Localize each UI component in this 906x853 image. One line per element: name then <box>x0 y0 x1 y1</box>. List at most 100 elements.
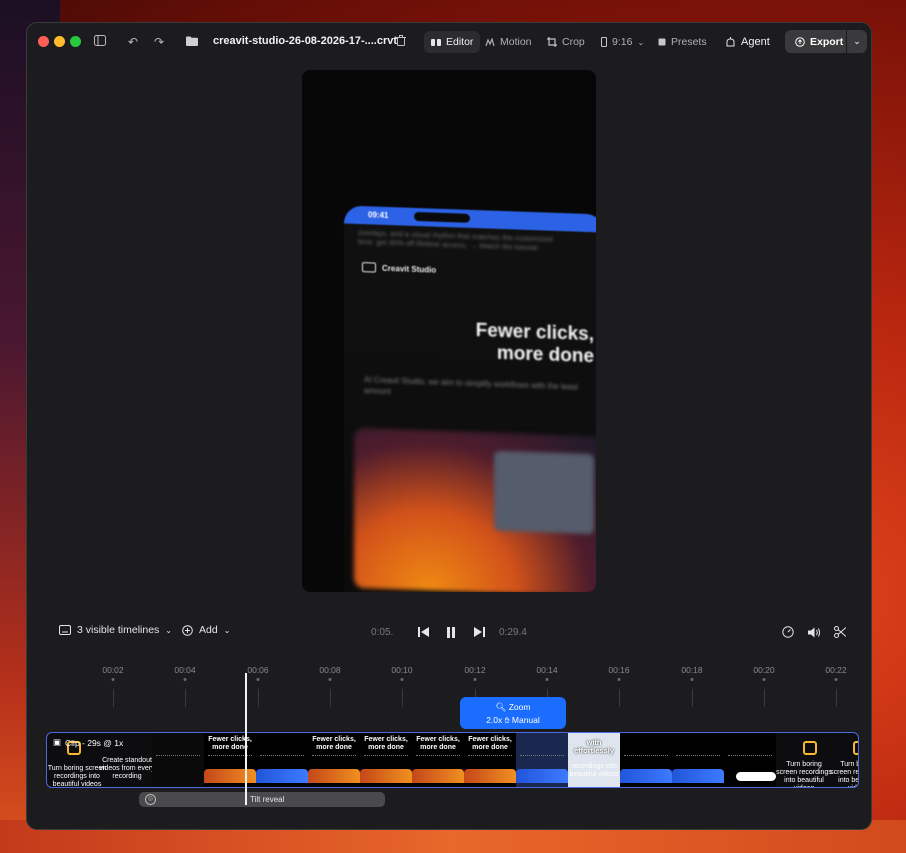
pause-icon[interactable] <box>443 624 459 640</box>
clip-label-text: Clip - 29s @ 1x <box>65 737 124 748</box>
clip-frame <box>256 733 308 787</box>
ruler-dot <box>762 678 766 681</box>
file-name[interactable]: creavit-studio-26-08-2026-17-....crvt <box>213 35 397 47</box>
ruler-dot <box>256 678 260 681</box>
ruler-dot <box>111 678 115 681</box>
frame-text: Turn boring screen recordings into beaut… <box>830 761 859 787</box>
ruler-tick: 00:22 <box>825 665 847 675</box>
ruler-dot <box>545 678 549 681</box>
motion-icon <box>485 37 495 46</box>
clip-frame: with effortlessly recordings into beautif… <box>568 733 620 787</box>
ruler-tick: 00:02 <box>102 665 124 675</box>
volume-icon[interactable] <box>806 624 822 640</box>
agent-button[interactable]: Agent <box>718 31 777 53</box>
frame-headline: Fewer clicks, more done <box>208 736 252 751</box>
ruler-tick: 00:18 <box>681 665 703 675</box>
minimize-window-button[interactable] <box>54 36 65 47</box>
phone-blurred-text: overlays, and a visual rhythm that match… <box>358 227 553 253</box>
folder-icon[interactable] <box>183 33 201 51</box>
total-time: 0:29.4 <box>499 627 527 638</box>
add-label: Add <box>199 624 218 636</box>
export-icon <box>795 36 805 47</box>
sidebar-toggle-icon[interactable] <box>91 33 109 51</box>
frame-text: Turn boring screen recordings into beaut… <box>776 761 832 787</box>
ruler-dot <box>690 678 694 681</box>
timeline-icon <box>59 625 71 635</box>
tab-crop[interactable]: Crop <box>540 31 592 53</box>
ruler-line <box>402 689 403 707</box>
brand-logo-icon <box>853 741 858 755</box>
speed-gauge-icon[interactable] <box>780 624 796 640</box>
ruler-tick: 00:10 <box>391 665 413 675</box>
zoom-title: 🔍︎ Zoom <box>460 702 566 713</box>
tilt-icon: ◎ <box>145 794 156 805</box>
brand-logo-icon <box>362 262 376 273</box>
phone-brand: Creavit Studio <box>362 262 436 275</box>
presets-button[interactable]: Presets <box>651 31 714 53</box>
ruler-tick: 00:20 <box>753 665 775 675</box>
trash-icon[interactable] <box>392 33 410 51</box>
clip-frame <box>672 733 724 787</box>
clip-frame <box>724 733 776 787</box>
ruler-line <box>185 689 186 707</box>
ruler-line <box>330 689 331 707</box>
ruler-tick: 00:16 <box>608 665 630 675</box>
agent-icon <box>726 36 735 46</box>
skip-forward-icon[interactable] <box>471 624 487 640</box>
chevron-down-icon: ⌄ <box>637 37 645 47</box>
skip-back-icon[interactable] <box>415 624 431 640</box>
ruler-tick: 00:04 <box>174 665 196 675</box>
ruler-tick: 00:06 <box>247 665 269 675</box>
close-window-button[interactable] <box>38 36 49 47</box>
presets-icon <box>658 38 666 46</box>
ruler-dot <box>183 678 187 681</box>
ruler-dot <box>473 678 477 681</box>
tab-motion-label: Motion <box>500 36 532 48</box>
export-main-button[interactable]: Export <box>785 30 847 53</box>
add-button[interactable]: Add ⌄ <box>182 624 230 636</box>
ruler-tick: 00:08 <box>319 665 341 675</box>
film-icon: ▣ <box>53 737 62 747</box>
tab-editor-label: Editor <box>446 36 474 48</box>
redo-icon[interactable]: ↷ <box>150 33 168 51</box>
chevron-down-icon: ⌄ <box>223 625 231 635</box>
tab-motion[interactable]: Motion <box>478 31 539 53</box>
timeline-ruler[interactable]: 00:02 00:04 00:06 00:08 00:10 00:12 00:1… <box>27 663 871 709</box>
export-options-chevron-icon[interactable]: ⌄ <box>847 36 867 47</box>
ruler-dot <box>328 678 332 681</box>
tilt-reveal-segment[interactable]: ◎ Tilt reveal <box>139 792 385 807</box>
ruler-line <box>258 689 259 707</box>
export-label: Export <box>810 35 844 48</box>
brand-logo-icon <box>803 741 817 755</box>
frame-text: Turn boring screen recordings into beaut… <box>47 765 107 788</box>
zoom-window-button[interactable] <box>70 36 81 47</box>
current-time: 0:05. <box>371 627 394 638</box>
clip-frame: Fewer clicks, more done <box>308 733 360 787</box>
video-preview[interactable]: 09:41 overlays, and a visual rhythm that… <box>302 70 596 592</box>
frame-headline: Fewer clicks, more done <box>416 736 460 751</box>
clip-label: ▣ Clip - 29s @ 1x <box>53 737 123 748</box>
clip-frame <box>620 733 672 787</box>
zoom-mode: Manual <box>511 715 540 725</box>
undo-icon[interactable]: ↶ <box>124 33 142 51</box>
phone-subtext: At Creavit Studio, we aim to simplify wo… <box>364 375 578 397</box>
aspect-ratio-select[interactable]: 9:16 ⌄ <box>594 31 651 53</box>
clip-track[interactable]: ▣ Clip - 29s @ 1x Turn boring screen rec… <box>46 732 859 788</box>
export-button[interactable]: Export ⌄ <box>785 30 867 53</box>
titlebar: ↶ ↷ creavit-studio-26-08-2026-17-....crv… <box>27 23 871 61</box>
playback-controls: 3 visible timelines ⌄ Add ⌄ 0:05. 0:29.4 <box>37 618 863 648</box>
zoom-segment[interactable]: 🔍︎ Zoom 2.0x ✋︎ Manual <box>460 697 566 729</box>
playhead[interactable] <box>245 673 247 805</box>
phone-hero-window <box>494 450 594 535</box>
visible-timelines-label: 3 visible timelines <box>77 624 160 636</box>
zoom-level: 2.0x <box>486 715 503 725</box>
preview-phone-frame: 09:41 overlays, and a visual rhythm that… <box>344 205 596 592</box>
chevron-down-icon: ⌄ <box>165 625 172 635</box>
clip-frame: Fewer clicks, more done <box>464 733 516 787</box>
clip-frame: Fewer clicks, more done <box>412 733 464 787</box>
visible-timelines-select[interactable]: 3 visible timelines ⌄ <box>59 624 172 636</box>
scissors-icon[interactable] <box>832 624 848 640</box>
tab-editor[interactable]: Editor <box>424 31 481 53</box>
plus-circle-icon <box>182 624 193 636</box>
crop-icon <box>547 37 557 47</box>
